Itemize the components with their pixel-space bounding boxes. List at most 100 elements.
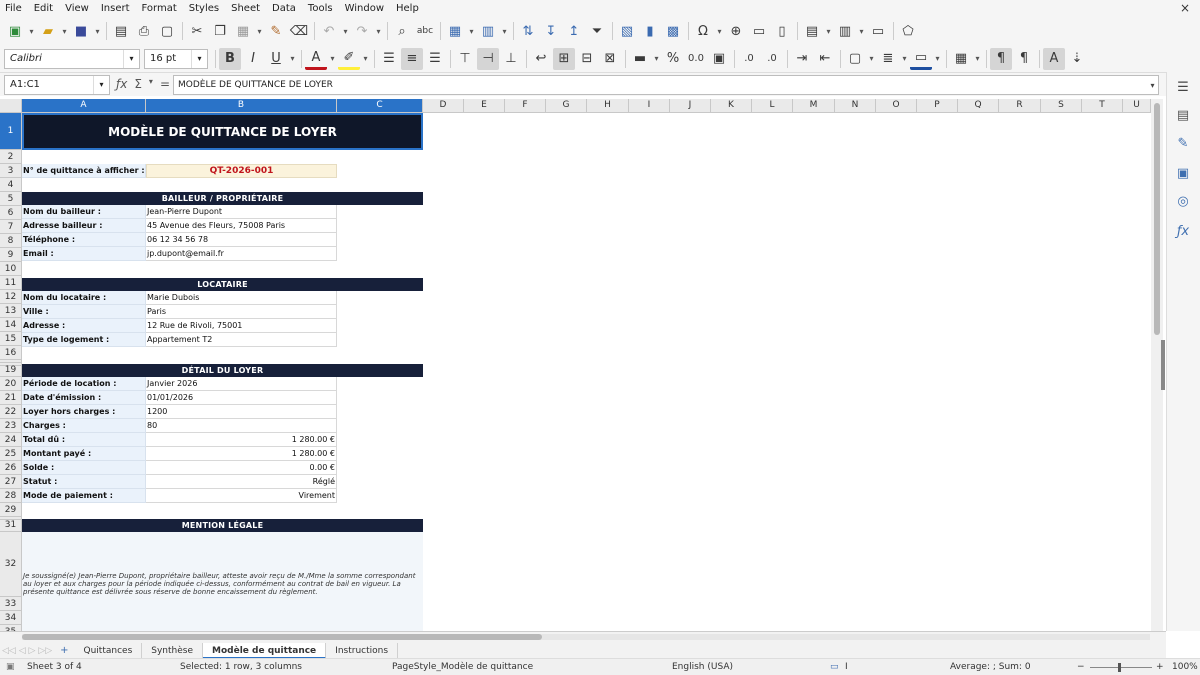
formula-input[interactable]: MODÈLE DE QUITTANCE DE LOYER bbox=[173, 75, 1159, 95]
vertical-scroll-thumb[interactable] bbox=[1154, 103, 1160, 335]
tab-synthese[interactable]: Synthèse bbox=[142, 642, 204, 659]
row-header[interactable]: 31 bbox=[0, 518, 22, 532]
detail-label[interactable]: Mode de paiement : bbox=[22, 489, 146, 503]
export-pdf-icon[interactable]: ▤ bbox=[110, 20, 132, 42]
page-style[interactable]: PageStyle_Modèle de quittance bbox=[392, 662, 533, 672]
align-right-icon[interactable]: ☰ bbox=[424, 48, 446, 70]
detail-value[interactable]: 01/01/2026 bbox=[146, 391, 337, 405]
title-cell[interactable]: MODÈLE DE QUITTANCE DE LOYER bbox=[22, 113, 423, 150]
row-header[interactable]: 1 bbox=[0, 113, 22, 150]
special-character-icon[interactable]: Ω bbox=[692, 20, 714, 42]
zoom-slider-knob[interactable] bbox=[1118, 663, 1121, 672]
currency-icon[interactable]: ▬ bbox=[629, 48, 651, 70]
row-header[interactable]: 26 bbox=[0, 461, 22, 475]
bailleur-label[interactable]: Adresse bailleur : bbox=[22, 219, 146, 233]
wrap-text-icon[interactable]: ↩ bbox=[530, 48, 552, 70]
tab-navigation-icons[interactable]: ◁◁ ◁ ▷ ▷▷ bbox=[0, 646, 54, 656]
border-color-dropdown-icon[interactable]: ▾ bbox=[933, 48, 942, 70]
column-header-o[interactable]: O bbox=[876, 99, 917, 113]
detail-value[interactable]: 80 bbox=[146, 419, 337, 433]
align-middle-icon[interactable]: ⊣ bbox=[477, 47, 499, 70]
column-header-l[interactable]: L bbox=[752, 99, 793, 113]
menu-styles[interactable]: Styles bbox=[183, 0, 225, 17]
add-sheet-icon[interactable]: + bbox=[54, 645, 74, 656]
autofilter-icon[interactable]: ⏷ bbox=[586, 20, 608, 42]
conditional-dropdown-icon[interactable]: ▾ bbox=[973, 48, 982, 70]
row-dropdown-icon[interactable]: ▾ bbox=[467, 20, 476, 42]
sum-dropdown-icon[interactable]: ▾ bbox=[149, 77, 153, 91]
row-header[interactable]: 10 bbox=[0, 262, 22, 276]
add-decimal-icon[interactable]: .0 bbox=[738, 48, 760, 70]
row-header[interactable]: 2 bbox=[0, 150, 22, 164]
row-header[interactable]: 19 bbox=[0, 363, 22, 377]
detail-label[interactable]: Montant payé : bbox=[22, 447, 146, 461]
detail-value[interactable]: Réglé bbox=[146, 475, 337, 489]
column-header-r[interactable]: R bbox=[999, 99, 1041, 113]
column-header-k[interactable]: K bbox=[711, 99, 752, 113]
menu-file[interactable]: File bbox=[0, 0, 28, 17]
locataire-value[interactable]: Appartement T2 bbox=[146, 333, 337, 347]
menu-insert[interactable]: Insert bbox=[95, 0, 136, 17]
bailleur-value[interactable]: jp.dupont@email.fr bbox=[146, 247, 337, 261]
show-draw-functions-icon[interactable]: ⬠ bbox=[897, 20, 919, 42]
freeze-rows-icon[interactable]: ▥ bbox=[834, 20, 856, 42]
delete-decimal-icon[interactable]: .0 bbox=[761, 48, 783, 70]
column-header-i[interactable]: I bbox=[629, 99, 670, 113]
detail-value[interactable]: 1 280.00 € bbox=[146, 447, 337, 461]
locataire-value[interactable]: Marie Dubois bbox=[146, 291, 337, 305]
font-size-dropdown-icon[interactable]: ▾ bbox=[191, 49, 207, 68]
borders-icon[interactable]: ▢ bbox=[844, 48, 866, 70]
row-header[interactable]: 21 bbox=[0, 391, 22, 405]
properties-icon[interactable]: ▤ bbox=[1172, 104, 1194, 126]
name-box-dropdown-icon[interactable]: ▾ bbox=[93, 76, 109, 94]
detail-label[interactable]: Loyer hors charges : bbox=[22, 405, 146, 419]
row-header[interactable]: 14 bbox=[0, 318, 22, 332]
save-dropdown-icon[interactable]: ▾ bbox=[93, 20, 102, 42]
quittance-label[interactable]: N° de quittance à afficher : bbox=[22, 164, 146, 178]
font-color-dropdown-icon[interactable]: ▾ bbox=[328, 48, 337, 70]
tab-modele-de-quittance[interactable]: Modèle de quittance bbox=[203, 642, 327, 659]
horizontal-scroll-thumb[interactable] bbox=[22, 634, 542, 640]
row-header[interactable]: 25 bbox=[0, 447, 22, 461]
percent-icon[interactable]: % bbox=[662, 48, 684, 70]
number-format-icon[interactable]: 0.0 bbox=[685, 48, 707, 70]
hyperlink-icon[interactable]: ⊕ bbox=[725, 20, 747, 42]
align-bottom-icon[interactable]: ⊥ bbox=[500, 48, 522, 70]
define-print-area-icon[interactable]: ▤ bbox=[801, 20, 823, 42]
border-style-dropdown-icon[interactable]: ▾ bbox=[900, 48, 909, 70]
column-header-j[interactable]: J bbox=[670, 99, 711, 113]
unmerge-cells-icon[interactable]: ⊠ bbox=[599, 48, 621, 70]
pivot-table-icon[interactable]: ▩ bbox=[662, 20, 684, 42]
navigator-icon[interactable]: ◎ bbox=[1172, 190, 1194, 212]
column-header-n[interactable]: N bbox=[835, 99, 876, 113]
bailleur-label[interactable]: Téléphone : bbox=[22, 233, 146, 247]
open-folder-icon[interactable]: ▰ bbox=[37, 20, 59, 42]
horizontal-scrollbar[interactable] bbox=[22, 634, 1150, 640]
detail-value[interactable]: 1 280.00 € bbox=[146, 433, 337, 447]
italic-icon[interactable]: I bbox=[242, 48, 264, 70]
expand-formula-icon[interactable]: ▾ bbox=[1146, 75, 1159, 95]
column-dropdown-icon[interactable]: ▾ bbox=[500, 20, 509, 42]
row-header[interactable]: 13 bbox=[0, 304, 22, 318]
align-top-icon[interactable]: ⊤ bbox=[454, 48, 476, 70]
new-dropdown-icon[interactable]: ▾ bbox=[27, 20, 36, 42]
locataire-label[interactable]: Type de logement : bbox=[22, 333, 146, 347]
name-box[interactable]: A1:C1 ▾ bbox=[4, 75, 110, 95]
bailleur-value[interactable]: 06 12 34 56 78 bbox=[146, 233, 337, 247]
print-area-dropdown-icon[interactable]: ▾ bbox=[824, 20, 833, 42]
borders-dropdown-icon[interactable]: ▾ bbox=[867, 48, 876, 70]
bailleur-value[interactable]: 45 Avenue des Fleurs, 75008 Paris bbox=[146, 219, 337, 233]
header-footer-icon[interactable]: ▯ bbox=[771, 20, 793, 42]
detail-label[interactable]: Solde : bbox=[22, 461, 146, 475]
menu-data[interactable]: Data bbox=[266, 0, 302, 17]
menu-edit[interactable]: Edit bbox=[28, 0, 59, 17]
right-to-left-icon[interactable]: ¶ bbox=[1013, 48, 1035, 70]
merge-center-icon[interactable]: ⊞ bbox=[553, 47, 575, 70]
formula-icon[interactable]: = bbox=[160, 77, 170, 91]
text-orientation-horizontal-icon[interactable]: A bbox=[1043, 47, 1065, 70]
gallery-icon[interactable]: ▣ bbox=[1172, 162, 1194, 184]
column-header-s[interactable]: S bbox=[1041, 99, 1082, 113]
underline-dropdown-icon[interactable]: ▾ bbox=[288, 48, 297, 70]
column-header-b[interactable]: B bbox=[146, 99, 337, 113]
border-style-icon[interactable]: ≣ bbox=[877, 48, 899, 70]
